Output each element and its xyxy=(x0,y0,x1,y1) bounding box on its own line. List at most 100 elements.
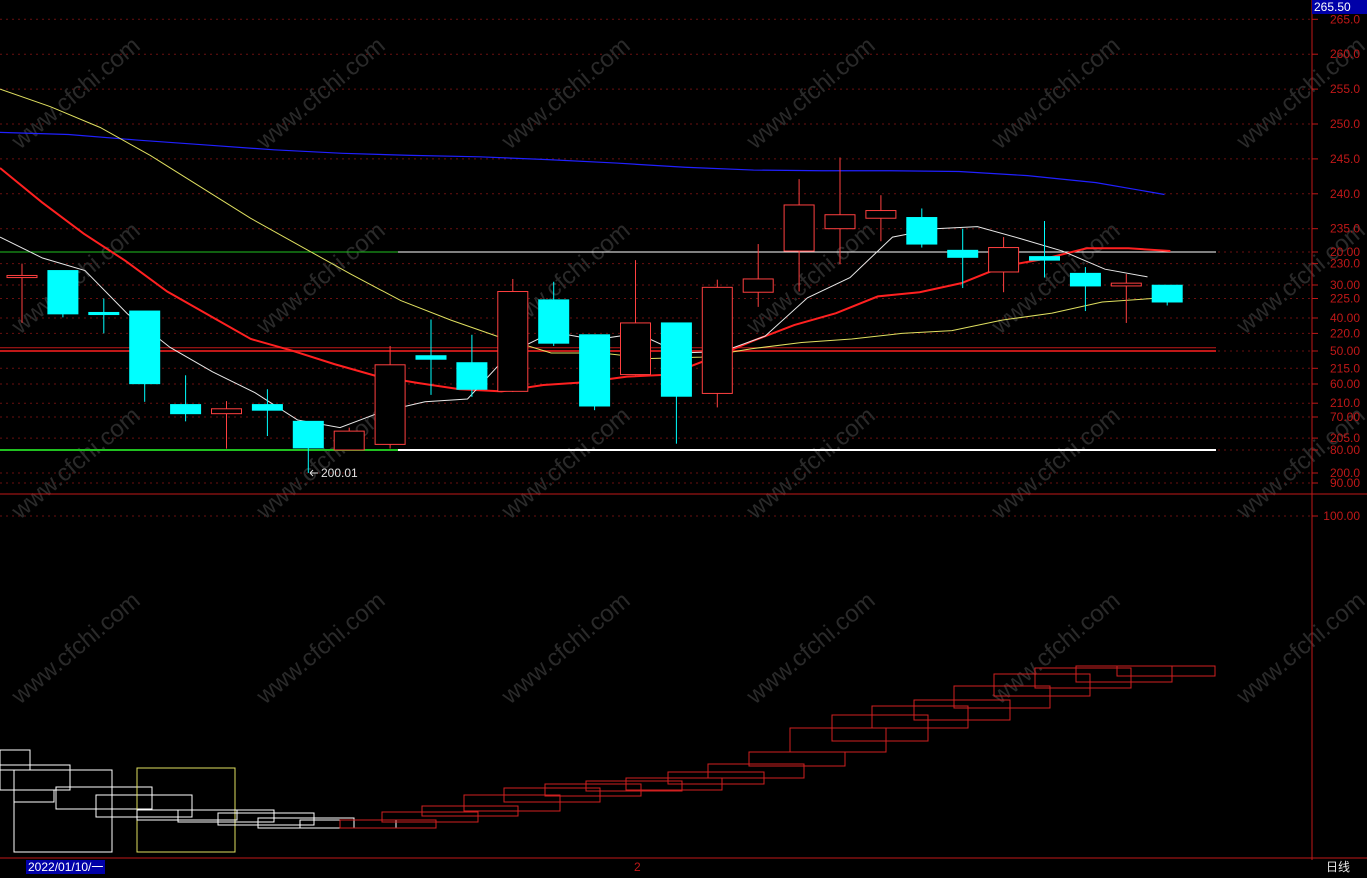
candle-body-down xyxy=(1029,256,1060,261)
indicator-step-box xyxy=(789,727,887,753)
watermark-text: www.cfchi.com xyxy=(496,587,636,710)
candle-body-up xyxy=(824,214,856,230)
candle xyxy=(988,237,1020,293)
candle xyxy=(579,334,611,411)
candle xyxy=(47,270,79,318)
indicator-step-box xyxy=(463,794,561,812)
watermark-text: www.cfchi.com xyxy=(496,32,636,155)
candle-body-down xyxy=(415,355,447,360)
candle-body-down xyxy=(88,311,120,316)
current-price-top-label: 265.50 xyxy=(1312,0,1367,14)
candle xyxy=(701,279,733,408)
candle-body-down xyxy=(947,249,979,258)
watermark-text: www.cfchi.com xyxy=(986,217,1126,340)
indicator-step-box xyxy=(1116,665,1216,677)
watermark-text: www.cfchi.com xyxy=(1231,587,1367,710)
low-price-label: 200.01 xyxy=(321,466,358,480)
indicator-tick-label: 70.00 xyxy=(1330,410,1360,424)
indicator-tick-label: 20.00 xyxy=(1330,245,1360,259)
candle xyxy=(374,345,406,449)
watermark-text: www.cfchi.com xyxy=(741,402,881,525)
start-date-label: 2022/01/10/一 xyxy=(26,860,106,874)
indicator-step-box xyxy=(0,764,71,791)
watermark-text: www.cfchi.com xyxy=(251,32,391,155)
candle-body-up xyxy=(497,291,529,392)
candle xyxy=(211,401,242,449)
candle xyxy=(251,389,283,437)
watermark-text: www.cfchi.com xyxy=(986,587,1126,710)
watermark-text: www.cfchi.com xyxy=(741,32,881,155)
candle-body-up xyxy=(783,204,815,252)
price-tick-label: 250.0 xyxy=(1330,117,1360,131)
candle xyxy=(906,208,938,248)
candle-body-down xyxy=(906,217,938,245)
indicator-step-box xyxy=(871,705,969,729)
indicator-step-box xyxy=(136,809,238,821)
watermark-text: www.cfchi.com xyxy=(741,587,881,710)
candle-body-up xyxy=(865,210,897,219)
price-tick-label: 215.0 xyxy=(1330,361,1360,375)
page-marker: 2 xyxy=(634,860,641,874)
price-tick-label: 260.0 xyxy=(1330,47,1360,61)
candle-body-down xyxy=(251,404,283,411)
indicator-tick-label: 50.00 xyxy=(1330,344,1360,358)
watermark-text: www.cfchi.com xyxy=(6,402,146,525)
candle xyxy=(88,298,120,334)
candle-body-up xyxy=(1110,282,1142,287)
candle xyxy=(1069,267,1101,312)
candle-body-down xyxy=(292,420,324,449)
candle-body-up xyxy=(211,408,242,415)
indicator-step-box xyxy=(0,749,31,771)
candle-body-up xyxy=(701,286,733,394)
candle-body-up xyxy=(333,430,365,451)
watermark-text: www.cfchi.com xyxy=(251,587,391,710)
price-axis: 265.0260.0255.0250.0245.0240.0235.0230.0… xyxy=(0,0,1367,860)
indicator-tick-label: 30.00 xyxy=(1330,278,1360,292)
price-tick-label: 255.0 xyxy=(1330,82,1360,96)
candle xyxy=(1110,274,1142,323)
candle xyxy=(333,427,365,451)
price-tick-label: 220.0 xyxy=(1330,326,1360,340)
ma-blue-line xyxy=(0,131,1165,196)
watermark-text: www.cfchi.com xyxy=(496,402,636,525)
candle-body-up xyxy=(742,278,774,293)
candle xyxy=(497,278,529,393)
candle xyxy=(1151,284,1183,306)
candle-body-down xyxy=(456,362,488,390)
candle-body-down xyxy=(1151,284,1183,303)
watermark-text: www.cfchi.com xyxy=(251,402,391,525)
candle-body-down xyxy=(129,310,161,385)
candle-body-down xyxy=(538,299,570,344)
candle-body-down xyxy=(579,334,611,407)
watermark-text: www.cfchi.com xyxy=(6,32,146,155)
period-button[interactable]: 日线 xyxy=(1326,860,1350,874)
candle-body-up xyxy=(620,322,651,376)
stock-chart[interactable]: www.cfchi.com www.cfchi.com www.cfchi.com w… xyxy=(0,0,1367,878)
price-tick-label: 235.0 xyxy=(1330,222,1360,236)
price-tick-label: 210.0 xyxy=(1330,396,1360,410)
price-tick-label: 265.0 xyxy=(1330,12,1360,26)
candle-body-up xyxy=(988,247,1020,273)
watermark-text: www.cfchi.com xyxy=(251,217,391,340)
candle-body-down xyxy=(170,404,202,415)
candle xyxy=(456,334,488,397)
indicator-tick-label: 60.00 xyxy=(1330,377,1360,391)
watermark-text: www.cfchi.com xyxy=(986,402,1126,525)
watermark-text: www.cfchi.com xyxy=(6,587,146,710)
indicator-step-box xyxy=(13,769,113,853)
watermark-text: www.cfchi.com xyxy=(986,32,1126,155)
candle xyxy=(129,310,161,402)
candle xyxy=(660,322,692,444)
price-tick-label: 240.0 xyxy=(1330,187,1360,201)
candle-body-down xyxy=(660,322,692,397)
candle-body-down xyxy=(1069,272,1101,287)
candle-body-down xyxy=(47,270,79,315)
candle-body-up xyxy=(374,364,406,445)
indicator-tick-label: 40.00 xyxy=(1330,311,1360,325)
price-tick-label: 225.0 xyxy=(1330,292,1360,306)
indicator-tick-label: 90.00 xyxy=(1330,476,1360,490)
indicator-tick-label: 80.00 xyxy=(1330,443,1360,457)
price-tick-label: 245.0 xyxy=(1330,152,1360,166)
indicator-tick-label: 100.00 xyxy=(1323,509,1360,523)
candle-body-up xyxy=(6,274,38,279)
